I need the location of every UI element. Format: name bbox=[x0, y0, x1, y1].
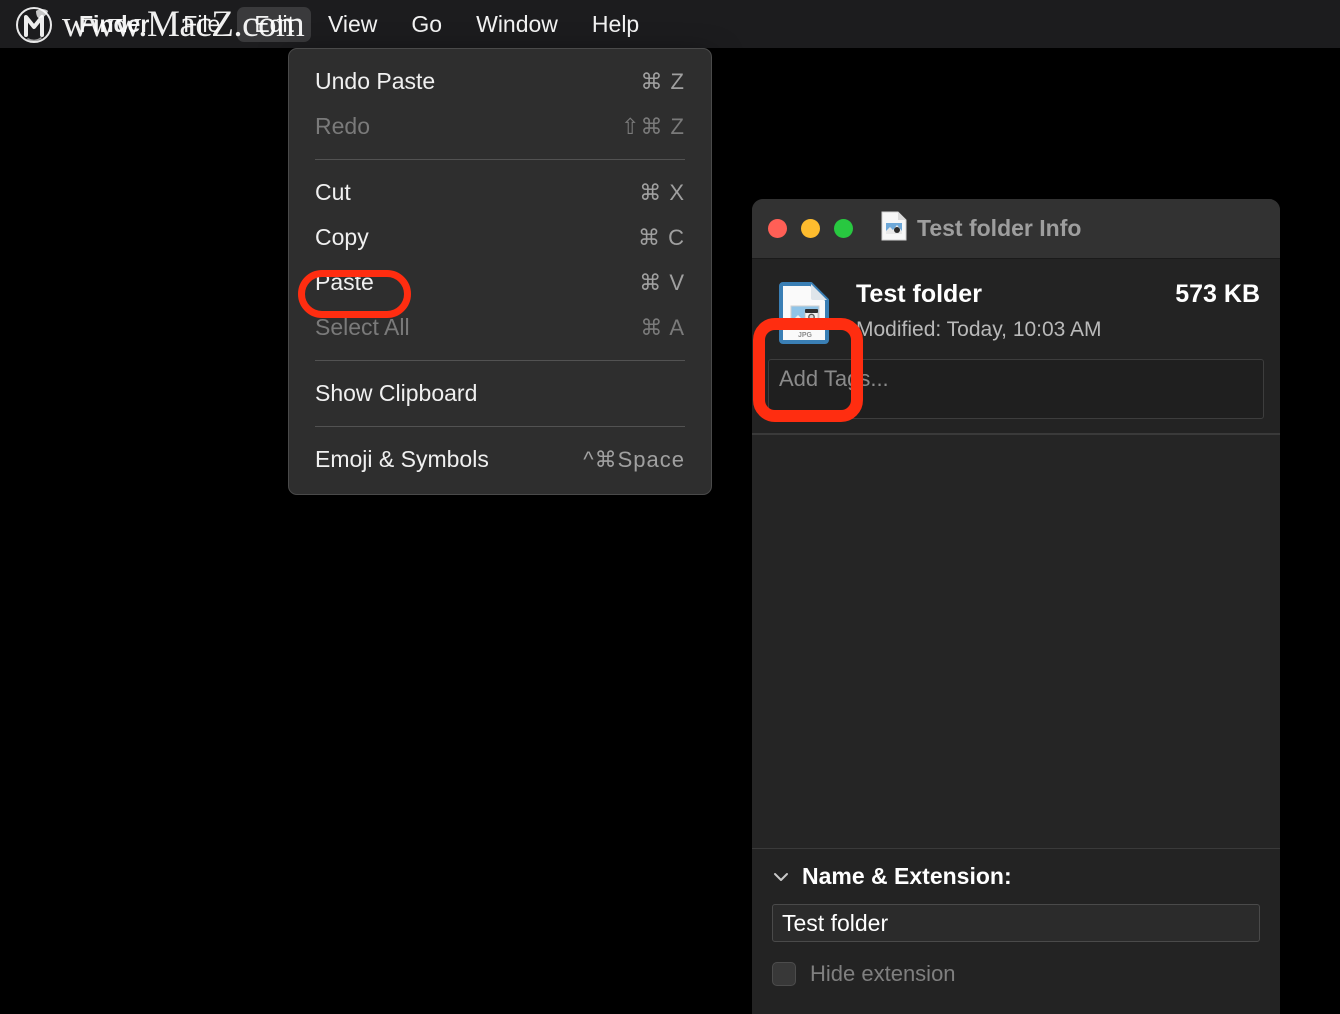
menu-item-finder[interactable]: Finder bbox=[62, 7, 166, 42]
info-header-text: Test folder 573 KB Modified: Today, 10:0… bbox=[856, 277, 1260, 341]
menu-item-view[interactable]: View bbox=[311, 7, 394, 42]
menu-option-undo-paste[interactable]: Undo Paste ⌘ Z bbox=[289, 59, 711, 104]
menu-item-go[interactable]: Go bbox=[394, 7, 459, 42]
menu-separator bbox=[315, 159, 685, 160]
menu-option-label: Copy bbox=[315, 224, 369, 250]
menu-option-shortcut: ⌘ Z bbox=[640, 68, 685, 94]
window-title: Test folder Info bbox=[917, 215, 1082, 241]
menu-separator bbox=[315, 360, 685, 361]
name-extension-disclosure-row[interactable]: Name & Extension: bbox=[772, 865, 1260, 888]
info-name-size-row: Test folder 573 KB bbox=[856, 280, 1260, 309]
menu-option-label: Undo Paste bbox=[315, 68, 436, 94]
svg-text:JPG: JPG bbox=[798, 332, 813, 339]
menu-bar: Finder File Edit View Go Window Help bbox=[0, 0, 1340, 48]
menu-option-label: Cut bbox=[315, 179, 351, 205]
menu-option-shortcut: ⌘ V bbox=[639, 269, 685, 295]
menu-separator bbox=[315, 426, 685, 427]
hide-extension-row[interactable]: Hide extension bbox=[772, 962, 1260, 986]
menu-option-show-clipboard[interactable]: Show Clipboard bbox=[289, 371, 711, 416]
menu-option-cut[interactable]: Cut ⌘ X bbox=[289, 170, 711, 215]
add-tags-input[interactable]: Add Tags... bbox=[768, 359, 1264, 419]
info-content-empty-area bbox=[752, 434, 1280, 849]
file-modified-label: Modified: Today, 10:03 AM bbox=[856, 317, 1102, 341]
menu-option-shortcut: ⌘ X bbox=[639, 179, 685, 205]
minimize-button[interactable] bbox=[801, 219, 820, 238]
menu-option-label: Redo bbox=[315, 113, 370, 139]
menu-option-label: Paste bbox=[315, 269, 374, 295]
menu-option-shortcut: ⇧⌘ Z bbox=[621, 113, 685, 139]
jpg-file-icon bbox=[881, 211, 907, 246]
menu-item-help[interactable]: Help bbox=[575, 7, 656, 42]
menu-option-paste[interactable]: Paste ⌘ V bbox=[289, 260, 711, 318]
menu-item-file[interactable]: File bbox=[166, 7, 237, 42]
hide-extension-checkbox[interactable] bbox=[772, 962, 796, 986]
menu-option-label: Show Clipboard bbox=[315, 380, 478, 406]
menu-option-label: Select All bbox=[315, 314, 410, 340]
close-button[interactable] bbox=[768, 219, 787, 238]
menu-item-edit[interactable]: Edit bbox=[237, 6, 311, 42]
name-extension-label: Name & Extension: bbox=[802, 863, 1012, 889]
menu-option-copy[interactable]: Copy ⌘ C bbox=[289, 215, 711, 260]
info-header-section: JPG Test folder 573 KB Modified: Today, … bbox=[752, 259, 1280, 422]
menu-option-shortcut: ⌘ C bbox=[638, 224, 685, 250]
hide-extension-label: Hide extension bbox=[810, 961, 956, 986]
file-name-input-value: Test folder bbox=[782, 909, 889, 936]
file-size-label: 573 KB bbox=[1175, 280, 1260, 308]
name-and-extension-section: Name & Extension: Test folder Hide exten… bbox=[752, 849, 1280, 986]
menu-option-shortcut: ⌘ A bbox=[640, 314, 685, 340]
chevron-down-icon[interactable] bbox=[772, 868, 790, 886]
add-tags-placeholder: Add Tags... bbox=[779, 366, 889, 391]
menu-option-redo[interactable]: Redo ⇧⌘ Z bbox=[289, 104, 711, 149]
menu-option-select-all[interactable]: Select All ⌘ A bbox=[289, 305, 711, 350]
menu-option-shortcut: ^⌘Space bbox=[583, 446, 685, 472]
zoom-button[interactable] bbox=[834, 219, 853, 238]
edit-dropdown-menu: Undo Paste ⌘ Z Redo ⇧⌘ Z Cut ⌘ X Copy ⌘ … bbox=[288, 48, 712, 495]
menu-item-window[interactable]: Window bbox=[459, 7, 575, 42]
file-name-label: Test folder bbox=[856, 280, 982, 308]
menu-option-label: Emoji & Symbols bbox=[315, 446, 489, 472]
window-titlebar[interactable]: Test folder Info bbox=[752, 199, 1280, 259]
menu-option-emoji-symbols[interactable]: Emoji & Symbols ^⌘Space bbox=[289, 437, 711, 482]
file-name-input[interactable]: Test folder bbox=[772, 904, 1260, 942]
jpg-file-icon[interactable]: JPG bbox=[772, 279, 838, 345]
desktop-screen: Finder File Edit View Go Window Help Und… bbox=[0, 0, 1340, 1014]
get-info-window: Test folder Info JPG Test folder 573 KB … bbox=[752, 199, 1280, 1014]
